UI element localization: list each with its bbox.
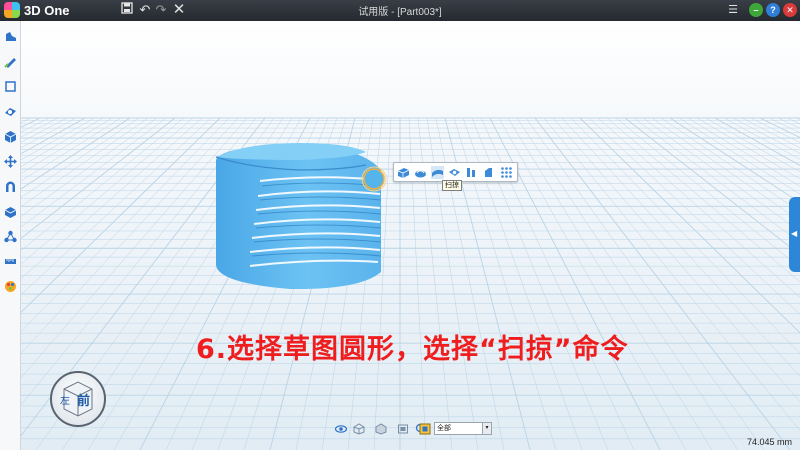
close-icon[interactable]: ✕: [783, 3, 797, 17]
grid-line: [768, 117, 800, 134]
grid-line: [696, 117, 800, 180]
view-cube-front-label: 前: [77, 394, 91, 409]
pipe-icon[interactable]: [465, 166, 478, 179]
context-toolbar: [393, 162, 518, 182]
undo-icon[interactable]: ↶: [137, 2, 153, 18]
grid-line: [525, 117, 765, 450]
grid-line: [543, 117, 800, 431]
sweep-icon[interactable]: [431, 166, 444, 179]
grid-line: [759, 117, 800, 139]
title-bar: 3D One ↶ ↷ ✕ 试用版 - [Part003*] ☰ – ? ✕: [0, 0, 800, 21]
grid-line: [642, 117, 800, 232]
scale-readout: 74.045 mm: [746, 437, 792, 447]
grid-line: [498, 117, 687, 450]
chamfer-icon[interactable]: [482, 166, 495, 179]
scene-canvas[interactable]: [21, 21, 800, 450]
grid-line: [21, 117, 194, 265]
grid-line: [21, 117, 50, 133]
app-name: 3D One: [24, 2, 70, 18]
grid-line: [624, 117, 800, 256]
basic-solid-icon[interactable]: [4, 130, 17, 143]
minimize-icon[interactable]: –: [749, 3, 763, 17]
left-toolbar: [0, 21, 21, 450]
boot-icon[interactable]: [4, 30, 17, 43]
sweep-tooltip: 扫掠: [442, 180, 462, 191]
grid-line: [561, 117, 800, 377]
pick-filter-value: 全部: [437, 425, 451, 432]
combine-icon[interactable]: [4, 205, 17, 218]
measure-icon[interactable]: [4, 255, 17, 268]
grid-line: [507, 117, 713, 450]
view-shaded-icon[interactable]: [375, 423, 387, 435]
view-wire-icon[interactable]: [353, 423, 365, 435]
grid-line: [714, 117, 800, 166]
view-cube-left-label: 左: [60, 396, 70, 407]
sketch-pen-icon[interactable]: [4, 55, 17, 68]
3d-viewport[interactable]: [21, 21, 800, 450]
app-menu-icon[interactable]: ☰: [725, 2, 741, 18]
grid-line: [21, 117, 23, 119]
instruction-caption: 6.选择草图圆形，选择“扫掠”命令: [196, 334, 629, 365]
sketch-edit-icon[interactable]: [4, 80, 17, 93]
view-eye-icon[interactable]: [335, 423, 347, 435]
grid-line: [516, 117, 739, 450]
grid-line: [615, 117, 800, 269]
grid-line: [741, 117, 800, 149]
view-render-icon[interactable]: [397, 423, 409, 435]
save-icon[interactable]: [119, 2, 135, 18]
loft-icon[interactable]: [448, 166, 461, 179]
grid-line: [723, 117, 800, 160]
grid-line: [651, 117, 800, 222]
material-icon[interactable]: [4, 280, 17, 293]
chevron-down-icon[interactable]: ▾: [482, 423, 491, 434]
grid-line: [588, 117, 800, 315]
grid-line: [660, 117, 800, 212]
magnet-icon[interactable]: [4, 180, 17, 193]
redo-icon[interactable]: ↷: [153, 2, 169, 18]
revolve-icon[interactable]: [414, 166, 427, 179]
sketch-circle[interactable]: [361, 166, 387, 192]
grid-line: [732, 117, 800, 154]
extrude-icon[interactable]: [397, 166, 410, 179]
distribute-icon[interactable]: [4, 230, 17, 243]
chevron-left-icon: ◀: [791, 229, 798, 238]
close-doc-icon[interactable]: ✕: [171, 2, 187, 18]
more-grid-icon[interactable]: [500, 166, 513, 179]
pick-filter-icon[interactable]: [419, 423, 431, 435]
logo-icon: [4, 2, 20, 18]
pick-filter-select[interactable]: 全部 ▾: [434, 422, 492, 435]
app-logo[interactable]: 3D One: [4, 2, 70, 18]
grid-line: [795, 117, 800, 121]
grid-line: [678, 117, 800, 195]
grid-line: [552, 117, 800, 403]
grid-line: [21, 117, 32, 124]
spring-model[interactable]: [215, 143, 382, 290]
grid-line: [705, 117, 800, 173]
grid-line: [570, 117, 800, 354]
grid-line: [534, 117, 791, 450]
grid-line: [786, 117, 800, 125]
grid-line: [579, 117, 800, 334]
help-icon[interactable]: ?: [766, 3, 780, 17]
panel-collapse-handle[interactable]: ◀: [789, 197, 800, 272]
special-feature-icon[interactable]: [4, 105, 17, 118]
grid-line: [606, 117, 800, 283]
move-icon[interactable]: [4, 155, 17, 168]
